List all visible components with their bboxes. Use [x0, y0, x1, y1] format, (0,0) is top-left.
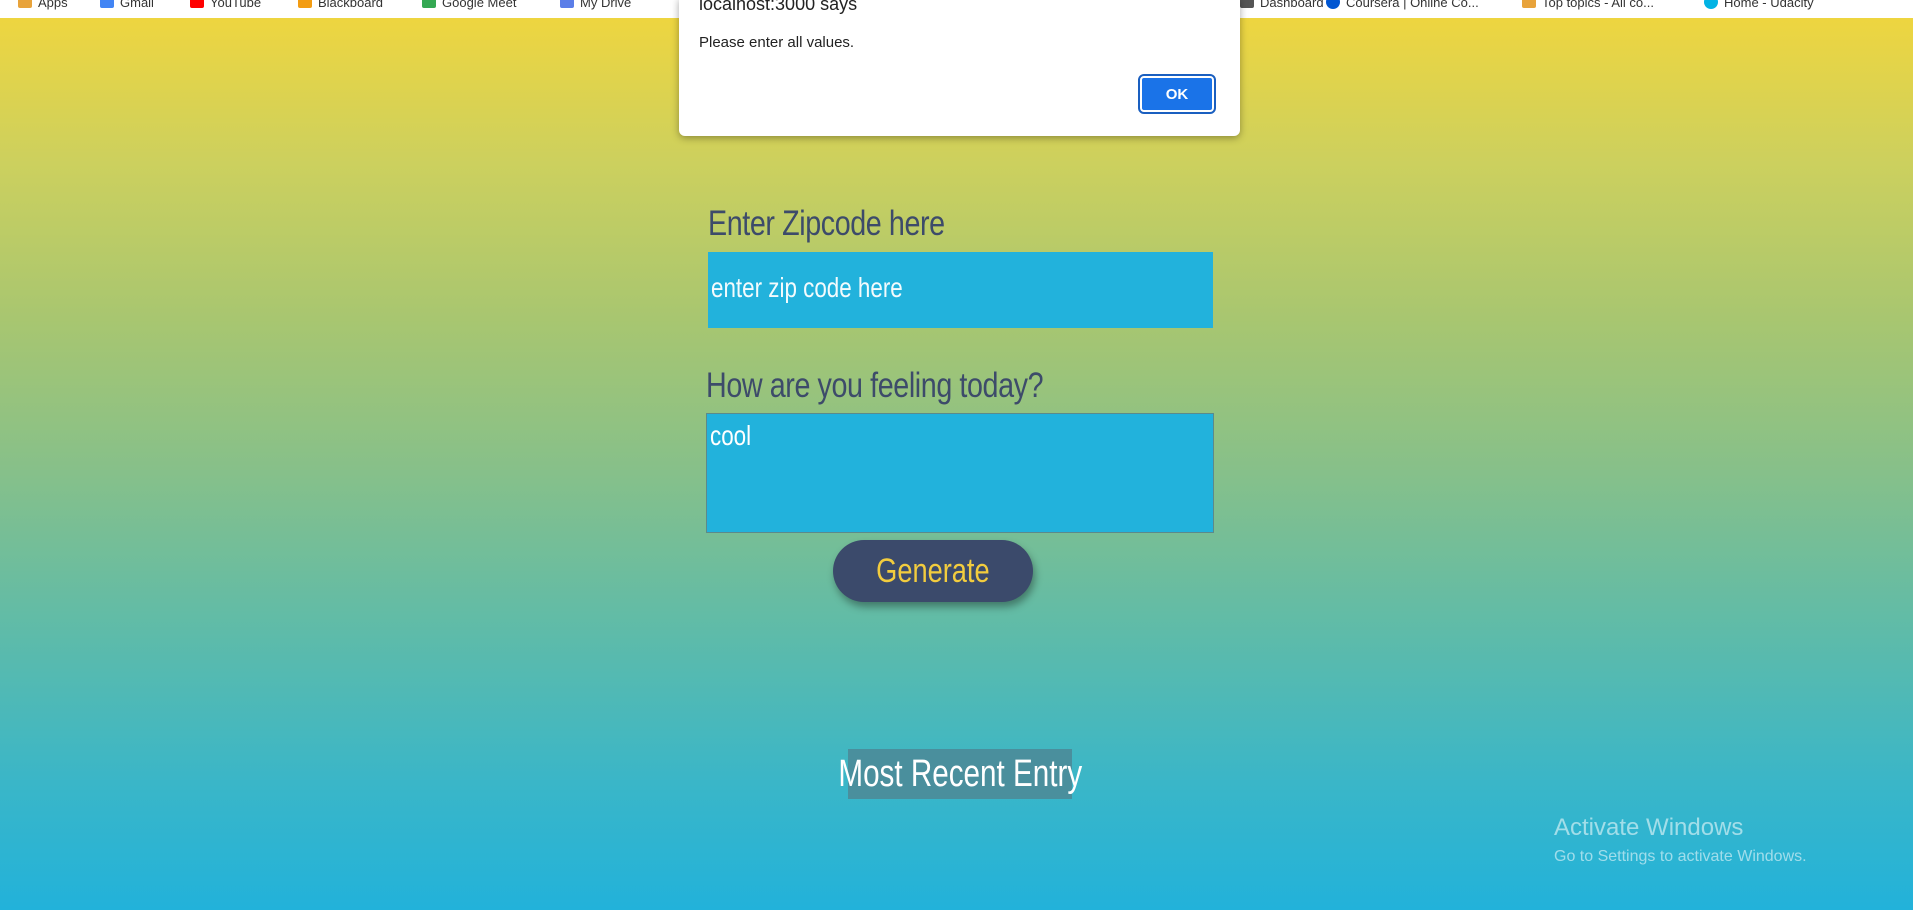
gmail-icon	[100, 0, 114, 8]
bookmark-label: Blackboard	[318, 0, 384, 10]
bookmark-label: Coursera | Online Co...	[1346, 0, 1479, 10]
feelings-textarea[interactable]: cool	[706, 413, 1214, 533]
feelings-label: How are you feeling today?	[706, 366, 1044, 405]
feelings-value: cool	[710, 420, 752, 451]
dashboard-icon	[1240, 0, 1254, 8]
ok-button[interactable]: OK	[1138, 74, 1216, 114]
topics-icon	[1522, 0, 1536, 8]
bookmark-label: Apps	[38, 0, 68, 10]
bookmark-coursera[interactable]: Coursera | Online Co...	[1326, 0, 1479, 10]
udacity-icon	[1704, 0, 1718, 9]
bookmark-label: Gmail	[120, 0, 154, 10]
zip-input[interactable]: enter zip code here	[708, 252, 1213, 328]
bookmark-top-topics[interactable]: Top topics - All co...	[1522, 0, 1654, 10]
bookmark-label: YouTube	[210, 0, 262, 10]
bookmark-dashboard[interactable]: Dashboard	[1240, 0, 1324, 10]
bookmark-label: My Drive	[580, 0, 632, 10]
drive-icon	[560, 0, 574, 8]
bookmark-apps[interactable]: Apps	[18, 0, 68, 10]
bookmark-blackboard[interactable]: Blackboard	[298, 0, 383, 10]
bookmark-label: Google Meet	[442, 0, 517, 10]
bookmark-label: Top topics - All co...	[1542, 0, 1654, 10]
bookmark-youtube[interactable]: YouTube	[190, 0, 261, 10]
bookmark-udacity[interactable]: Home - Udacity	[1704, 0, 1814, 10]
dialog-message: Please enter all values.	[699, 34, 855, 51]
activate-windows-watermark: Activate Windows Go to Settings to activ…	[1554, 814, 1807, 866]
bookmark-my-drive[interactable]: My Drive	[560, 0, 631, 10]
watermark-subtitle: Go to Settings to activate Windows.	[1554, 848, 1807, 865]
google-meet-icon	[422, 0, 436, 8]
zip-placeholder: enter zip code here	[711, 272, 903, 303]
most-recent-entry-label: Most Recent Entry	[838, 752, 1082, 795]
generate-button-label: Generate	[876, 551, 990, 590]
bookmark-label: Home - Udacity	[1724, 0, 1814, 10]
generate-button[interactable]: Generate	[833, 540, 1033, 602]
most-recent-entry-title: Most Recent Entry	[838, 749, 1082, 799]
bookmark-label: Dashboard	[1260, 0, 1324, 10]
alert-dialog: localhost:3000 says Please enter all val…	[679, 0, 1240, 136]
coursera-icon	[1326, 0, 1340, 9]
youtube-icon	[190, 0, 204, 8]
watermark-title: Activate Windows	[1554, 814, 1744, 841]
apps-grid-icon	[18, 0, 32, 8]
zip-label: Enter Zipcode here	[708, 204, 945, 243]
bookmark-google-meet[interactable]: Google Meet	[422, 0, 516, 10]
blackboard-icon	[298, 0, 312, 8]
bookmark-gmail[interactable]: Gmail	[100, 0, 154, 10]
dialog-title: localhost:3000 says	[699, 0, 858, 14]
